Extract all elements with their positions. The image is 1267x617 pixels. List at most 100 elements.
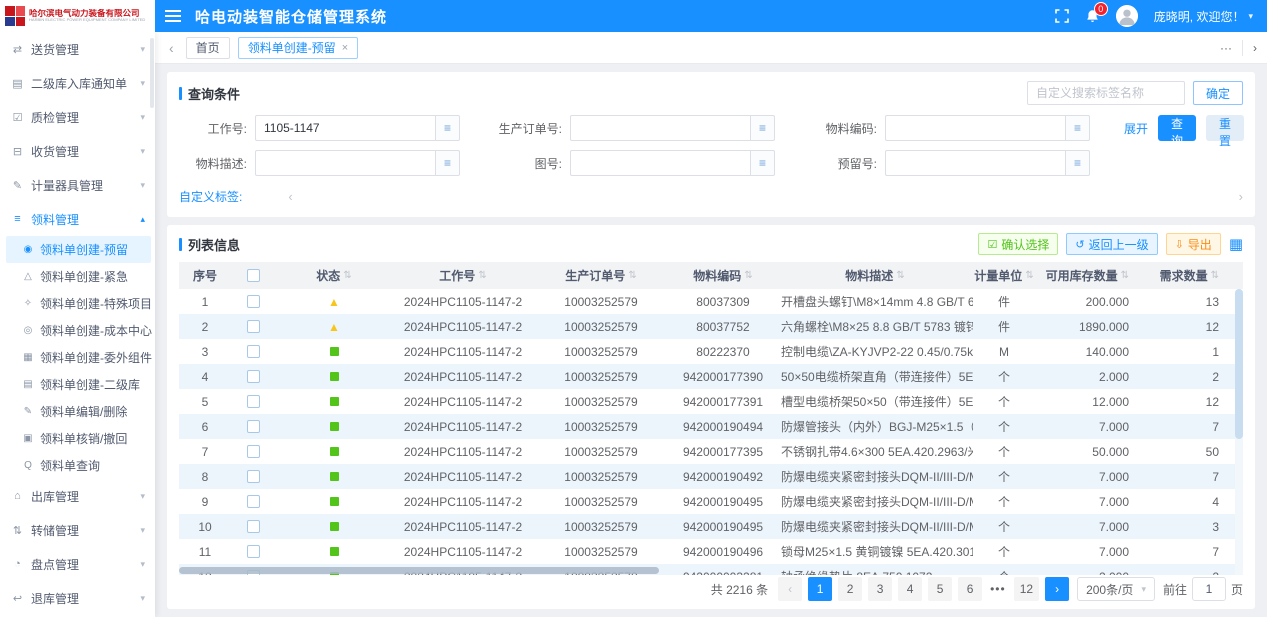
column-header-order-no[interactable]: 生产订单号⇅	[533, 267, 669, 284]
sidebar-subitem[interactable]: ▤领料单创建-二级库	[0, 371, 155, 398]
page-button-12[interactable]: 12	[1014, 577, 1039, 601]
vertical-scrollbar[interactable]	[1235, 289, 1243, 575]
sort-icon[interactable]: ⇅	[1211, 270, 1219, 281]
tab-active[interactable]: 领料单创建-预留×	[238, 37, 358, 59]
row-checkbox[interactable]	[247, 320, 260, 333]
sidebar-item[interactable]: ◔盘点管理▾	[0, 547, 155, 581]
page-size-select[interactable]: 200条/页 ▾	[1077, 577, 1155, 601]
sidebar-item[interactable]: ⇄送货管理▾	[0, 32, 155, 66]
input-helper-icon[interactable]: ≡	[435, 150, 460, 176]
page-button-1[interactable]: 1	[808, 577, 832, 601]
input-helper-icon[interactable]: ≡	[750, 150, 775, 176]
select-all-checkbox[interactable]	[247, 269, 260, 282]
table-row[interactable]: 72024HPC1105-1147-2100032525799420001773…	[179, 439, 1243, 464]
back-to-parent-button[interactable]: ↺ 返回上一级	[1066, 233, 1157, 255]
table-row[interactable]: 62024HPC1105-1147-2100032525799420001904…	[179, 414, 1243, 439]
sidebar-subitem[interactable]: Q领料单查询	[0, 452, 155, 479]
expand-link[interactable]: 展开	[1124, 120, 1148, 137]
pager-ellipsis[interactable]: •••	[988, 582, 1008, 596]
table-row[interactable]: 82024HPC1105-1147-2100032525799420001904…	[179, 464, 1243, 489]
query-input[interactable]	[570, 150, 750, 176]
table-row[interactable]: 112024HPC1105-1147-210003252579942000190…	[179, 539, 1243, 564]
page-button-6[interactable]: 6	[958, 577, 982, 601]
tags-scroll-right-icon[interactable]: ›	[1239, 189, 1243, 204]
row-checkbox[interactable]	[247, 495, 260, 508]
search-button[interactable]: 查询	[1158, 115, 1196, 141]
sort-icon[interactable]: ⇅	[628, 270, 636, 281]
table-row[interactable]: 1▲2024HPC1105-1147-21000325257980037309开…	[179, 289, 1243, 314]
next-page-button[interactable]: ›	[1045, 577, 1069, 601]
sidebar-item[interactable]: ≡领料管理▴	[0, 202, 155, 236]
sort-icon[interactable]: ⇅	[1121, 270, 1129, 281]
table-row[interactable]: 92024HPC1105-1147-2100032525799420001904…	[179, 489, 1243, 514]
column-header-material-code[interactable]: 物料编码⇅	[669, 267, 777, 284]
page-button-5[interactable]: 5	[928, 577, 952, 601]
query-input[interactable]	[255, 150, 435, 176]
column-header-unit[interactable]: 计量单位⇅	[973, 267, 1035, 284]
sidebar-subitem[interactable]: ✎领料单编辑/删除	[0, 398, 155, 425]
query-input[interactable]	[255, 115, 435, 141]
query-input[interactable]	[885, 115, 1065, 141]
fullscreen-icon[interactable]	[1055, 9, 1069, 23]
query-input[interactable]	[885, 150, 1065, 176]
sidebar-subitem[interactable]: △领料单创建-紧急	[0, 263, 155, 290]
sidebar-subitem[interactable]: ✧领料单创建-特殊项目	[0, 290, 155, 317]
sidebar-subitem[interactable]: ◉领料单创建-预留	[6, 236, 151, 263]
tab-item[interactable]: 首页	[186, 37, 230, 59]
close-icon[interactable]: ×	[342, 42, 348, 54]
query-input[interactable]	[570, 115, 750, 141]
input-helper-icon[interactable]: ≡	[1065, 150, 1090, 176]
tabs-next-icon[interactable]: ›	[1253, 41, 1257, 55]
column-header-status[interactable]: 状态⇅	[275, 267, 393, 284]
table-row[interactable]: 32024HPC1105-1147-21000325257980222370控制…	[179, 339, 1243, 364]
table-row[interactable]: 52024HPC1105-1147-2100032525799420001773…	[179, 389, 1243, 414]
table-row[interactable]: 102024HPC1105-1147-210003252579942000190…	[179, 514, 1243, 539]
column-header-available-stock[interactable]: 可用库存数量⇅	[1035, 267, 1147, 284]
sort-icon[interactable]: ⇅	[744, 270, 752, 281]
sort-icon[interactable]: ⇅	[896, 270, 904, 281]
sidebar-item[interactable]: ▤二级库入库通知单▾	[0, 66, 155, 100]
tags-scroll-left-icon[interactable]: ‹	[288, 189, 292, 204]
column-header-work-no[interactable]: 工作号⇅	[393, 267, 533, 284]
user-avatar[interactable]	[1116, 5, 1138, 27]
tabs-more-icon[interactable]: ···	[1220, 41, 1232, 55]
sidebar-item[interactable]: ✎计量器具管理▾	[0, 168, 155, 202]
row-checkbox[interactable]	[247, 520, 260, 533]
row-checkbox[interactable]	[247, 420, 260, 433]
input-helper-icon[interactable]: ≡	[750, 115, 775, 141]
sidebar-subitem[interactable]: ◎领料单创建-成本中心	[0, 317, 155, 344]
goto-page-input[interactable]	[1192, 577, 1226, 601]
row-checkbox[interactable]	[247, 370, 260, 383]
confirm-tag-button[interactable]: 确定	[1193, 81, 1243, 105]
prev-page-button[interactable]: ‹	[778, 577, 802, 601]
column-settings-icon[interactable]: ▦	[1229, 237, 1243, 252]
page-button-3[interactable]: 3	[868, 577, 892, 601]
sidebar-item[interactable]: ⊟收货管理▾	[0, 134, 155, 168]
sort-icon[interactable]: ⇅	[1025, 270, 1033, 281]
table-row[interactable]: 42024HPC1105-1147-2100032525799420001773…	[179, 364, 1243, 389]
sidebar-item[interactable]: ↩退库管理▾	[0, 581, 155, 615]
column-header-demand-qty[interactable]: 需求数量⇅	[1147, 267, 1227, 284]
confirm-select-button[interactable]: ☑ 确认选择	[978, 233, 1058, 255]
tabs-back-icon[interactable]: ‹	[165, 40, 178, 56]
column-header-description[interactable]: 物料描述⇅	[777, 267, 973, 284]
sidebar-item[interactable]: ☑质检管理▾	[0, 100, 155, 134]
export-button[interactable]: ⇩ 导出	[1166, 233, 1221, 255]
custom-tag-name-input[interactable]	[1027, 81, 1185, 105]
input-helper-icon[interactable]: ≡	[435, 115, 460, 141]
row-checkbox[interactable]	[247, 345, 260, 358]
sidebar-item[interactable]: ⇅转储管理▾	[0, 513, 155, 547]
row-checkbox[interactable]	[247, 295, 260, 308]
table-row[interactable]: 2▲2024HPC1105-1147-21000325257980037752六…	[179, 314, 1243, 339]
row-checkbox[interactable]	[247, 545, 260, 558]
horizontal-scrollbar-thumb[interactable]	[179, 567, 659, 574]
user-greeting[interactable]: 庞晓明, 欢迎您！ ▾	[1154, 8, 1253, 25]
menu-collapse-icon[interactable]	[165, 9, 181, 23]
page-button-4[interactable]: 4	[898, 577, 922, 601]
sort-icon[interactable]: ⇅	[478, 270, 486, 281]
sidebar-subitem[interactable]: ▣领料单核销/撤回	[0, 425, 155, 452]
notification-bell-icon[interactable]: 0	[1085, 9, 1100, 24]
row-checkbox[interactable]	[247, 445, 260, 458]
page-button-2[interactable]: 2	[838, 577, 862, 601]
sort-icon[interactable]: ⇅	[343, 270, 351, 281]
